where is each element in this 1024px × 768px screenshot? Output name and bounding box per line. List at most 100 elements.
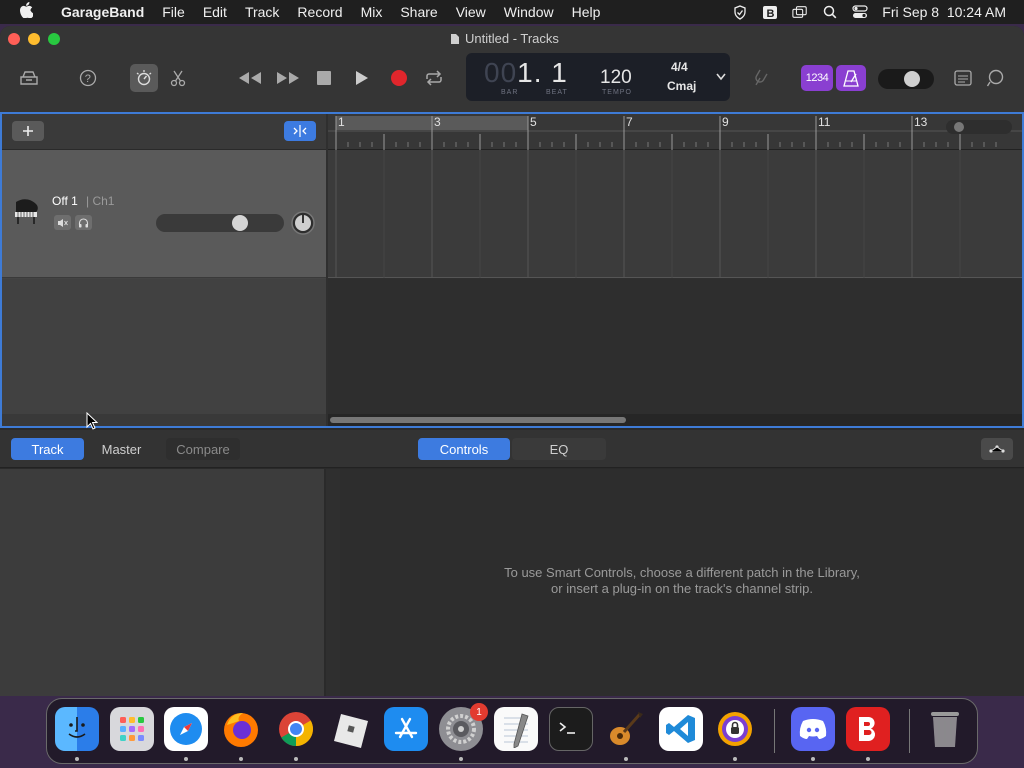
cycle-button[interactable] (420, 64, 448, 92)
smart-controls-main: To use Smart Controls, choose a differen… (340, 469, 1024, 696)
dock-vscode[interactable] (659, 707, 703, 751)
rewind-button[interactable] (236, 64, 264, 92)
play-button[interactable] (348, 64, 376, 92)
library-button[interactable] (15, 64, 43, 92)
horizontal-scrollbar[interactable] (328, 414, 1022, 426)
window-switch-icon[interactable] (792, 5, 808, 19)
apple-menu-icon[interactable] (0, 2, 52, 22)
smart-controls-button[interactable] (130, 64, 158, 92)
dock-discord[interactable] (791, 707, 835, 751)
count-in-button[interactable]: 1234 (801, 65, 833, 91)
empty-track-header-area[interactable] (2, 279, 326, 414)
track-volume-knob[interactable] (231, 215, 248, 231)
menu-view[interactable]: View (447, 4, 495, 20)
menu-edit[interactable]: Edit (194, 4, 236, 20)
menu-record[interactable]: Record (288, 4, 351, 20)
tab-controls[interactable]: Controls (418, 438, 510, 460)
metronome-button[interactable] (836, 65, 866, 91)
mute-button[interactable] (54, 215, 71, 230)
bitdefender-b-icon (859, 717, 876, 741)
tab-eq[interactable]: EQ (512, 438, 606, 460)
horizontal-zoom-slider[interactable] (946, 120, 1012, 134)
dock-finder[interactable] (55, 707, 99, 751)
timeline-ruler[interactable]: 1 3 5 7 9 11 13 (328, 114, 1022, 150)
zoom-window-button[interactable] (48, 33, 60, 45)
toolbar: Untitled - Tracks ? 001. 1 BAR BEAT 120 … (0, 26, 1024, 112)
vpn-shield-icon[interactable] (732, 4, 748, 20)
loop-browser-button[interactable] (982, 64, 1010, 92)
rewind-icon (239, 72, 261, 84)
tuning-fork-icon (755, 69, 768, 86)
vscode-icon (666, 715, 695, 743)
master-volume-knob[interactable] (904, 71, 920, 87)
dock-terminal[interactable] (549, 707, 593, 751)
lcd-tempo-label: TEMPO (602, 89, 632, 96)
horizontal-zoom-knob[interactable] (954, 122, 964, 132)
spotlight-search-icon[interactable] (822, 5, 838, 19)
dock-safari[interactable] (164, 707, 208, 751)
menu-app-name[interactable]: GarageBand (52, 4, 153, 20)
dock-bitdefender[interactable] (846, 707, 890, 751)
scissors-icon (170, 70, 186, 87)
empty-tracks-area[interactable] (328, 279, 1022, 414)
solo-button[interactable] (75, 215, 92, 230)
horizontal-scroll-thumb[interactable] (330, 417, 626, 423)
tuner-button[interactable] (746, 64, 774, 92)
control-center-icon[interactable] (852, 5, 868, 19)
menu-window[interactable]: Window (495, 4, 563, 20)
menu-file[interactable]: File (153, 4, 194, 20)
master-volume-slider[interactable] (878, 69, 934, 89)
close-window-button[interactable] (8, 33, 20, 45)
discord-running-indicator (811, 757, 815, 761)
catch-playhead-icon (293, 125, 307, 137)
ruler-bar-number: 9 (722, 115, 729, 129)
dock-launchpad[interactable] (110, 707, 154, 751)
chrome-icon (279, 712, 313, 746)
count-in-label: 1234 (805, 72, 829, 84)
lcd-chevron-down-icon[interactable] (716, 73, 726, 81)
dock-firefox[interactable] (219, 707, 263, 751)
system-settings-badge: 1 (470, 703, 488, 721)
dock-roblox[interactable] (329, 707, 373, 751)
garageband-running-indicator (624, 757, 628, 761)
dock-trash[interactable] (923, 707, 967, 751)
tab-track[interactable]: Track (11, 438, 84, 460)
fast-forward-button[interactable] (274, 64, 302, 92)
dock-textedit[interactable] (494, 707, 538, 751)
add-track-button[interactable] (12, 121, 44, 141)
menu-help[interactable]: Help (563, 4, 610, 20)
catch-playhead-button[interactable] (284, 121, 316, 141)
minimize-window-button[interactable] (28, 33, 40, 45)
record-button[interactable] (385, 64, 413, 92)
menubar-clock[interactable]: Fri Sep 8 10:24 AM (882, 4, 1006, 20)
dock: 1 (46, 698, 978, 764)
dock-chrome[interactable] (274, 707, 318, 751)
menu-share[interactable]: Share (391, 4, 446, 20)
dock-tor-browser[interactable] (713, 707, 757, 751)
menu-mix[interactable]: Mix (352, 4, 392, 20)
menu-track[interactable]: Track (236, 4, 288, 20)
dock-garageband[interactable] (604, 707, 648, 751)
lcd-display[interactable]: 001. 1 BAR BEAT 120 TEMPO 4/4 Cmaj (466, 53, 730, 101)
settings-running-indicator (459, 757, 463, 761)
track-pan-knob[interactable] (290, 210, 316, 236)
smart-controls-inspector-button[interactable] (981, 438, 1013, 460)
track-lane[interactable] (328, 150, 1022, 278)
lcd-position: 001. 1 (484, 57, 568, 89)
dock-app-store[interactable] (384, 707, 428, 751)
terminal-prompt-icon (559, 722, 575, 734)
quick-help-button[interactable]: ? (74, 64, 102, 92)
tab-master[interactable]: Master (88, 438, 155, 460)
smart-controls-header: Track Master Compare Controls EQ (0, 430, 1024, 468)
stop-button[interactable] (310, 64, 338, 92)
notepad-button[interactable] (949, 64, 977, 92)
bitdefender-menu-icon[interactable]: B (762, 5, 778, 20)
track-header-row[interactable]: Off 1 | Ch1 (2, 150, 326, 278)
window-title-text: Untitled - Tracks (465, 31, 559, 46)
editors-button[interactable] (164, 64, 192, 92)
track-name[interactable]: Off 1 (52, 194, 78, 208)
compare-button[interactable]: Compare (166, 438, 240, 460)
lane-grid (335, 150, 961, 278)
lcd-bar-label: BAR (501, 89, 519, 96)
track-volume-slider[interactable] (156, 214, 284, 232)
